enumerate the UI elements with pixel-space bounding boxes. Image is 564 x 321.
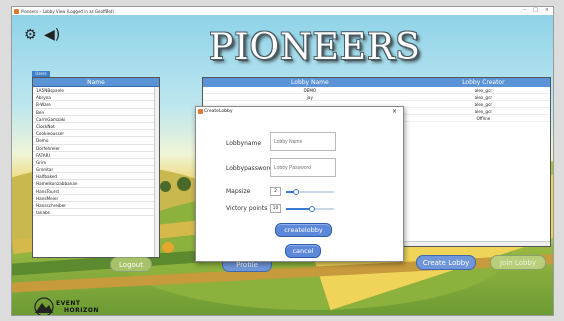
table-row[interactable]: jay alex_gcr	[203, 94, 550, 101]
logout-button[interactable]: Logout	[110, 257, 152, 272]
player-list-item[interactable]: Ianabs	[33, 209, 159, 217]
join-lobby-button[interactable]: Join Lobby	[490, 255, 546, 270]
player-list-item[interactable]: Hansschreiber	[33, 202, 159, 210]
lobbypassword-input[interactable]	[270, 158, 336, 177]
player-list-item[interactable]: HansTourst	[33, 188, 159, 195]
player-list-item[interactable]: Cookieousser	[33, 130, 159, 138]
player-list-item[interactable]: 1A5NBspanle	[33, 87, 159, 95]
player-list-item[interactable]: B-Ware	[33, 101, 159, 109]
speaker-icon[interactable]: ◀)	[44, 27, 60, 43]
player-list: Name 1A5NBspanle Abryna B-Ware Ben CarmGamza…	[32, 77, 160, 258]
lobby-name-cell: DEMO	[303, 88, 317, 93]
mountain-logo-icon	[34, 297, 54, 315]
player-list-item[interactable]: FATARI	[33, 152, 159, 159]
create-lobby-button[interactable]: Create Lobby	[416, 255, 476, 270]
player-list-item[interactable]: ClockNot	[33, 123, 159, 131]
victory-points-value[interactable]: 10	[270, 204, 281, 213]
player-list-item[interactable]: CarmGamzaki	[33, 116, 159, 123]
logo-text-line2: HORIZON	[64, 307, 99, 314]
lobby-creator-cell: alex_gcr	[474, 88, 493, 93]
player-list-rows: 1A5NBspanle Abryna B-Ware Ben CarmGamzaki Clo…	[33, 87, 159, 217]
create-lobby-dialog: CreateLobby × Lobbyname Lobbypassword Ma…	[195, 106, 404, 262]
event-horizon-logo: EVENT HORIZON	[32, 297, 112, 315]
victory-points-slider[interactable]	[286, 206, 334, 212]
player-list-item[interactable]: Hamelkonzabbanan	[33, 180, 159, 188]
player-list-item[interactable]: Ben	[33, 109, 159, 116]
logo-text-line1: EVENT	[56, 300, 81, 307]
minimize-button[interactable]: –	[524, 7, 527, 13]
victory-points-slider-knob[interactable]	[309, 206, 316, 212]
game-title: PIONEERS	[209, 27, 421, 68]
title-bar: Pioneers – Lobby View (Logged in as Geof…	[12, 7, 553, 15]
window-title: Pioneers – Lobby View (Logged in as Geof…	[21, 8, 115, 14]
maximize-button[interactable]: □	[533, 7, 538, 13]
player-list-item[interactable]: Gronitar	[33, 166, 159, 174]
dialog-close-button[interactable]: ×	[392, 107, 397, 116]
player-list-item[interactable]: Abryna	[33, 94, 159, 102]
lobby-scene: ⚙ ◀) PIONEERS Users Name 1A5NBspanle Abry…	[12, 15, 553, 315]
app-window: Pioneers – Lobby View (Logged in as Geof…	[11, 6, 554, 316]
mapsize-value[interactable]: 2	[270, 187, 281, 196]
createlobby-button[interactable]: createlobby	[275, 223, 332, 237]
mapsize-slider-knob[interactable]	[292, 189, 299, 195]
mapsize-slider[interactable]	[286, 189, 334, 195]
mapsize-label: Mapsize	[226, 188, 251, 195]
victory-points-label: Victory points	[226, 205, 268, 212]
player-list-scrollbar[interactable]	[154, 87, 159, 257]
lobbyname-input[interactable]	[270, 132, 336, 151]
gear-icon[interactable]: ⚙	[24, 27, 37, 43]
player-list-header: Name	[33, 78, 159, 87]
player-list-item[interactable]: Halfbaked	[33, 173, 159, 181]
tree	[177, 177, 191, 191]
app-icon	[14, 8, 19, 14]
tree	[160, 181, 171, 192]
dialog-app-icon	[198, 109, 203, 114]
lobby-creator-cell: alex_gcr	[474, 109, 493, 114]
lobby-name-cell: jay	[306, 95, 313, 100]
player-list-item[interactable]: HansMeier	[33, 195, 159, 202]
col-header-lobby-name[interactable]: Lobby Name	[203, 78, 417, 87]
table-row[interactable]: DEMO alex_gcr	[203, 87, 550, 94]
lobby-creator-cell: alex_gcr	[474, 102, 493, 107]
lobby-creator-cell: Offline	[476, 116, 491, 121]
dialog-title: CreateLobby	[204, 109, 233, 114]
lobbypassword-label: Lobbypassword	[226, 165, 273, 172]
cancel-button[interactable]: cancel	[285, 244, 321, 258]
player-list-item[interactable]: Dorfehreler	[33, 145, 159, 152]
player-list-item[interactable]: Demo	[33, 137, 159, 145]
dialog-title-bar: CreateLobby ×	[196, 107, 403, 116]
player-list-item[interactable]: Grim	[33, 159, 159, 167]
col-header-lobby-creator[interactable]: Lobby Creator	[417, 78, 550, 87]
lobbyname-label: Lobbyname	[226, 140, 262, 147]
lobby-creator-cell: alex_gcr	[474, 95, 493, 100]
haystack	[162, 242, 174, 253]
close-window-button[interactable]: ×	[545, 7, 549, 13]
